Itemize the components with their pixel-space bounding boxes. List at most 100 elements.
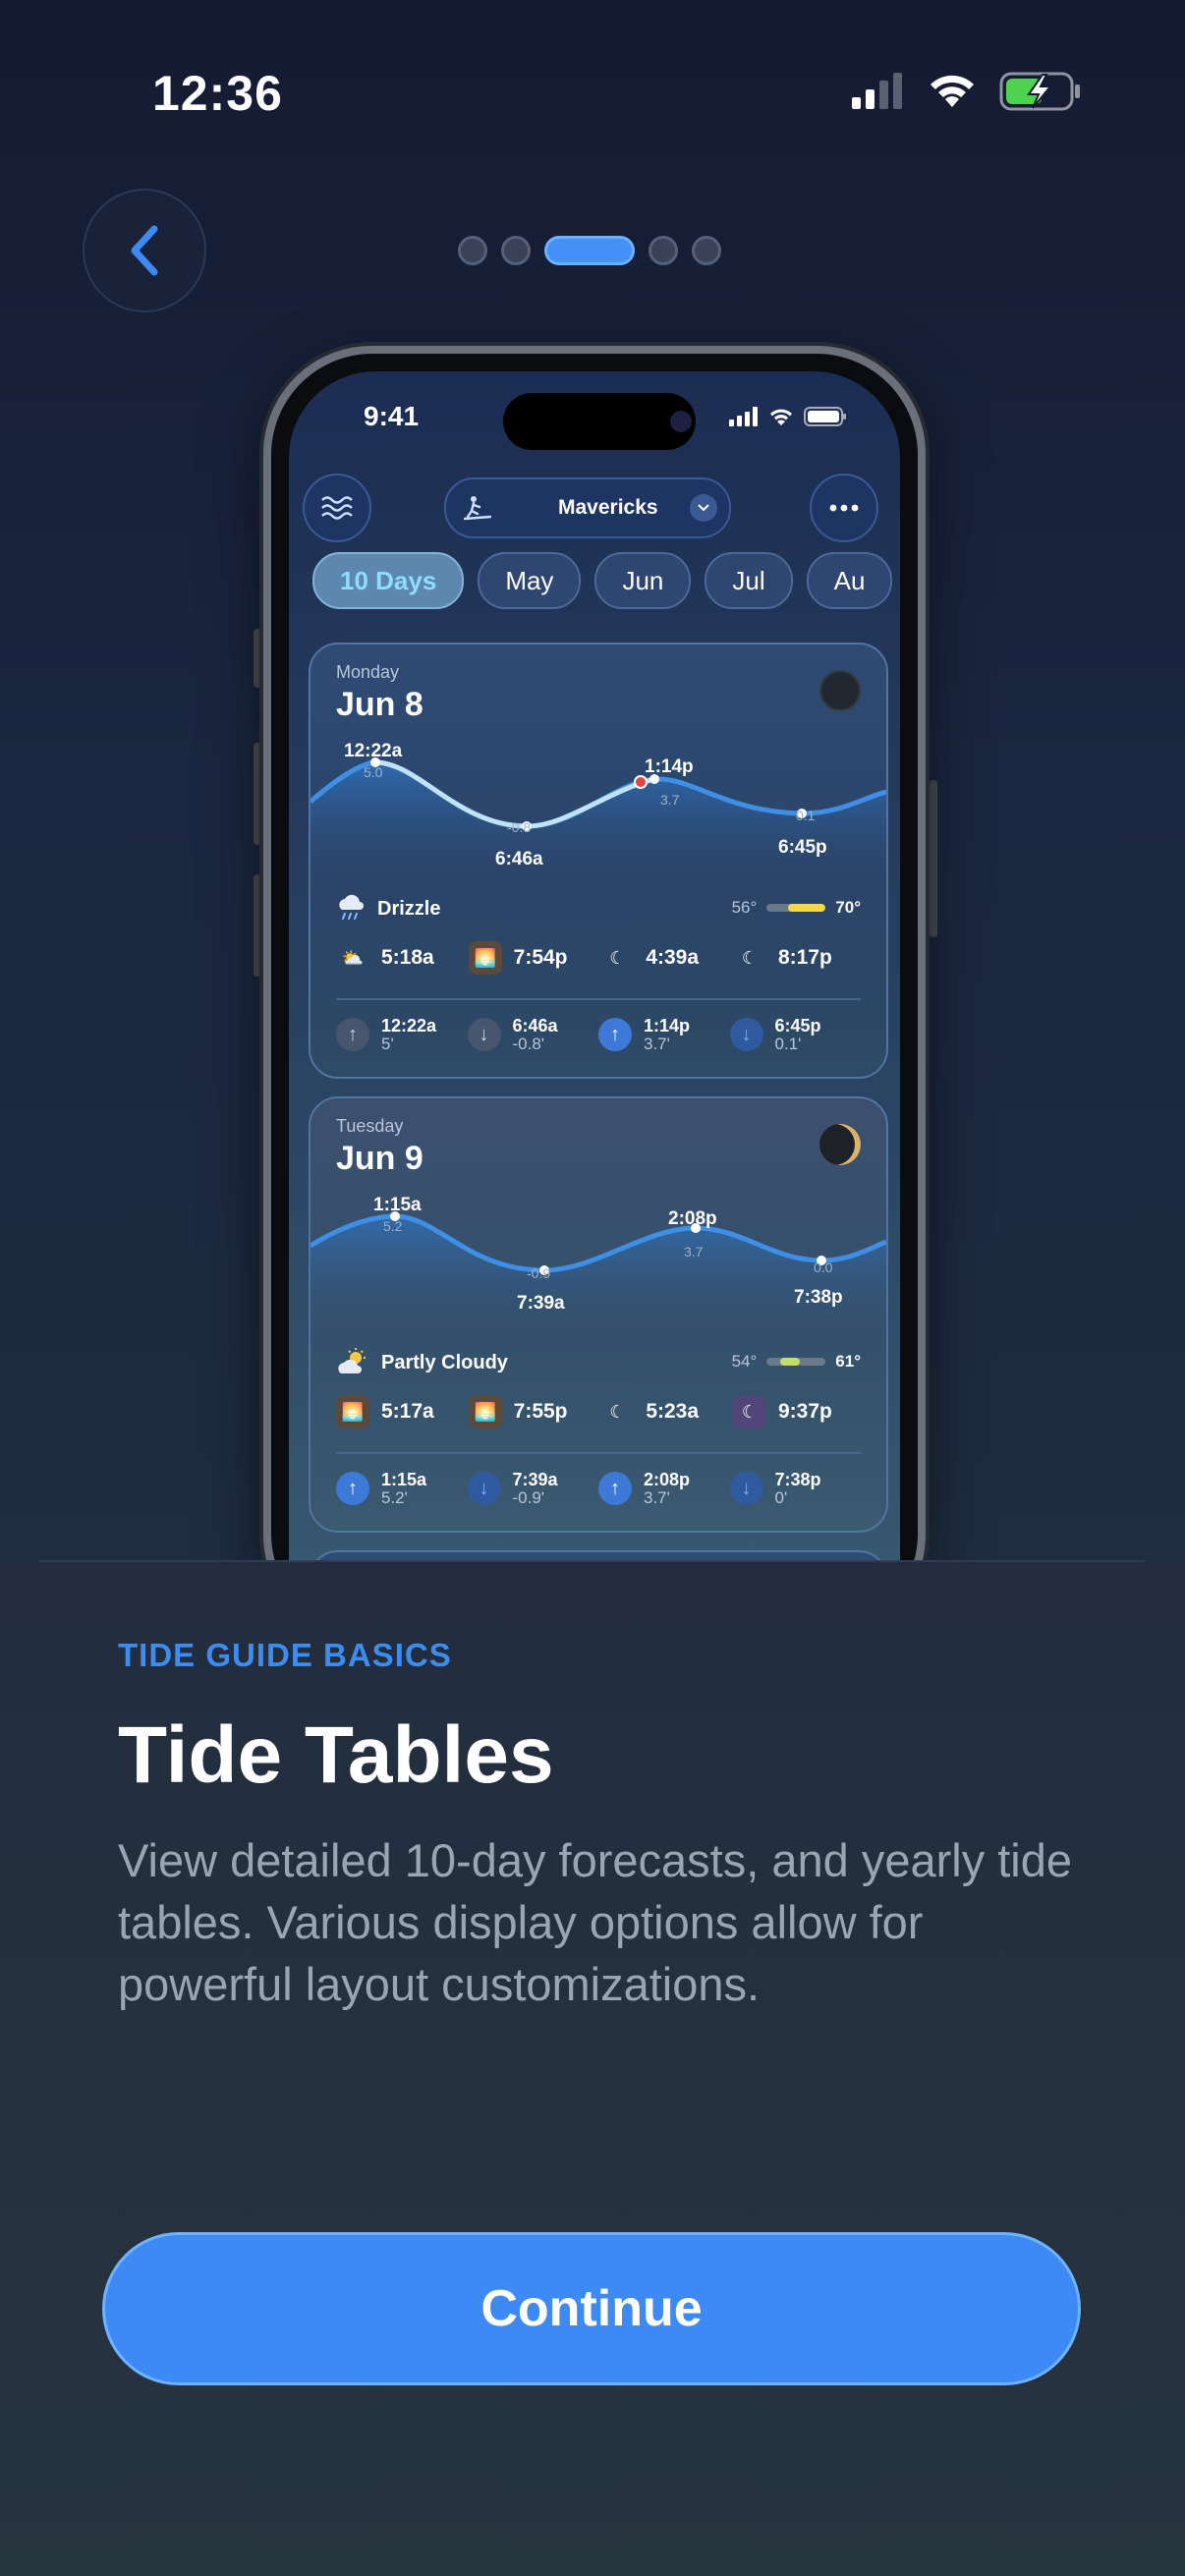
temp-high: 70° bbox=[835, 898, 861, 917]
arrow-down-icon: ↓ bbox=[467, 1018, 501, 1051]
day-weekday: Tuesday bbox=[336, 1116, 404, 1136]
sunset-time: 🌅 7:55p bbox=[468, 1395, 596, 1428]
cellular-signal-icon bbox=[852, 73, 902, 109]
tab-jun[interactable]: Jun bbox=[594, 552, 692, 609]
phone-volume-down bbox=[254, 874, 261, 977]
tide-entry: ↓ 7:38p 0' bbox=[729, 1470, 862, 1507]
status-bar-time: 12:36 bbox=[152, 66, 283, 121]
status-bar-icons bbox=[850, 71, 1082, 112]
page-dot[interactable] bbox=[458, 236, 487, 265]
wifi-icon bbox=[931, 75, 974, 107]
day-weekday: Monday bbox=[336, 662, 400, 682]
back-button[interactable] bbox=[83, 189, 206, 312]
sunrise-icon: ⛅ bbox=[341, 947, 365, 968]
range-tabs: 10 Days May Jun Jul Au bbox=[312, 552, 893, 609]
tide-label-height: 0.0 bbox=[814, 1260, 833, 1275]
cellular-signal-icon bbox=[729, 407, 758, 426]
temperature-range: 54° 61° bbox=[732, 1352, 861, 1372]
sunset-time: 🌅 7:54p bbox=[468, 941, 596, 975]
battery-charging-icon bbox=[999, 72, 1080, 111]
tide-label-height: -0.8 bbox=[507, 819, 532, 835]
sunrise-time: 🌅 5:17a bbox=[336, 1395, 464, 1428]
tide-label-time: 6:46a bbox=[495, 849, 543, 869]
divider bbox=[336, 998, 861, 1000]
page-dot[interactable] bbox=[649, 236, 678, 265]
moonset-icon: ☾ bbox=[732, 1395, 766, 1428]
moon-phase-icon bbox=[819, 670, 861, 711]
location-name: Mavericks bbox=[558, 496, 658, 519]
tide-label-time: 7:39a bbox=[517, 1293, 565, 1314]
arrow-down-icon: ↓ bbox=[729, 1472, 763, 1505]
tide-entry: ↓ 6:46a -0.8' bbox=[467, 1016, 599, 1053]
tide-label-time: 7:38p bbox=[794, 1287, 843, 1308]
phone-volume-up bbox=[254, 743, 261, 845]
tide-menu-button[interactable] bbox=[303, 474, 371, 542]
drizzle-icon bbox=[339, 894, 364, 921]
more-options-button[interactable] bbox=[810, 474, 878, 542]
section-eyebrow: TIDE GUIDE BASICS bbox=[118, 1637, 452, 1673]
phone-power-button bbox=[930, 780, 937, 937]
sunset-icon: 🌅 bbox=[468, 941, 502, 975]
tide-times: ↑ 1:15a 5.2' ↓ 7:39a -0.9' ↑ 2:08p 3.7' ↓ 7:38p… bbox=[336, 1470, 861, 1507]
tab-aug[interactable]: Au bbox=[806, 552, 893, 609]
arrow-up-icon: ↑ bbox=[336, 1472, 369, 1505]
tab-may[interactable]: May bbox=[478, 552, 582, 609]
tide-entry: ↓ 7:39a -0.9' bbox=[467, 1470, 599, 1507]
location-selector[interactable]: Mavericks bbox=[444, 477, 731, 538]
day-card[interactable]: Monday Jun 8 12:22a 5.0 -0.8 6:46a 1:14p… bbox=[309, 643, 888, 1079]
tide-label-time: 12:22a bbox=[344, 741, 403, 761]
weather-summary: Partly Cloudy bbox=[336, 1348, 508, 1377]
tide-label-height: 3.7 bbox=[660, 792, 680, 808]
tide-times: ↑ 12:22a 5' ↓ 6:46a -0.8' ↑ 1:14p 3.7' ↓ 6:45p 0… bbox=[336, 1016, 861, 1053]
arrow-down-icon: ↓ bbox=[467, 1472, 501, 1505]
arrow-up-icon: ↑ bbox=[598, 1472, 632, 1505]
page-dot[interactable] bbox=[692, 236, 721, 265]
tide-label-height: -0.9 bbox=[527, 1265, 551, 1281]
sunrise-icon: 🌅 bbox=[336, 1395, 369, 1428]
page-indicator bbox=[458, 236, 721, 265]
ellipsis-icon bbox=[829, 504, 859, 512]
tide-label-time: 1:14p bbox=[645, 756, 694, 777]
sunset-icon: 🌅 bbox=[468, 1395, 502, 1428]
phone-mute-switch bbox=[254, 629, 261, 688]
weather-summary: Drizzle bbox=[336, 894, 440, 924]
tide-label-height: 5.2 bbox=[383, 1218, 403, 1234]
moonrise-time: ☾ 5:23a bbox=[600, 1395, 728, 1428]
tide-label-height: 3.7 bbox=[684, 1244, 704, 1260]
sunrise-time: ⛅ 5:18a bbox=[336, 941, 464, 975]
tide-entry: ↑ 2:08p 3.7' bbox=[598, 1470, 730, 1507]
moonset-icon: ☾ bbox=[741, 947, 759, 968]
arrow-down-icon: ↓ bbox=[729, 1018, 763, 1051]
tide-label-time: 2:08p bbox=[668, 1208, 717, 1229]
continue-button[interactable]: Continue bbox=[102, 2232, 1081, 2385]
page-dot-active[interactable] bbox=[544, 236, 635, 265]
tide-label-height: 0.1 bbox=[796, 808, 816, 823]
day-card[interactable]: Tuesday Jun 9 1:15a 5.2 -0.9 7:39a 2:08p… bbox=[309, 1096, 888, 1533]
battery-icon bbox=[804, 407, 846, 426]
tide-label-time: 1:15a bbox=[373, 1195, 422, 1215]
partly-cloudy-icon bbox=[338, 1348, 366, 1373]
surfer-icon bbox=[464, 496, 491, 521]
phone-mockup: 9:41 Mavericks 10 Days May Jun Jul Au Mo… bbox=[263, 346, 926, 1747]
tide-entry: ↓ 6:45p 0.1' bbox=[729, 1016, 862, 1053]
arrow-up-icon: ↑ bbox=[336, 1018, 369, 1051]
chevron-left-icon bbox=[131, 225, 158, 276]
tide-entry: ↑ 1:14p 3.7' bbox=[598, 1016, 730, 1053]
tab-10-days[interactable]: 10 Days bbox=[312, 552, 465, 609]
tab-jul[interactable]: Jul bbox=[705, 552, 793, 609]
moonrise-icon: ☾ bbox=[609, 1401, 626, 1422]
moonset-time: ☾ 9:37p bbox=[732, 1395, 861, 1428]
temp-low: 56° bbox=[731, 898, 758, 917]
tide-label-time: 6:45p bbox=[778, 837, 827, 858]
day-date: Jun 8 bbox=[336, 686, 423, 723]
tide-entry: ↑ 12:22a 5' bbox=[336, 1016, 468, 1053]
divider bbox=[39, 1560, 1146, 1562]
page-description: View detailed 10-day forecasts, and year… bbox=[118, 1834, 1073, 2010]
dynamic-island bbox=[503, 393, 696, 450]
page-dot[interactable] bbox=[501, 236, 531, 265]
moonrise-icon: ☾ bbox=[609, 947, 626, 968]
camera-icon bbox=[670, 411, 692, 432]
page-title: Tide Tables bbox=[118, 1710, 554, 1800]
moonrise-time: ☾ 4:39a bbox=[600, 941, 728, 975]
temperature-bar bbox=[766, 1358, 826, 1366]
